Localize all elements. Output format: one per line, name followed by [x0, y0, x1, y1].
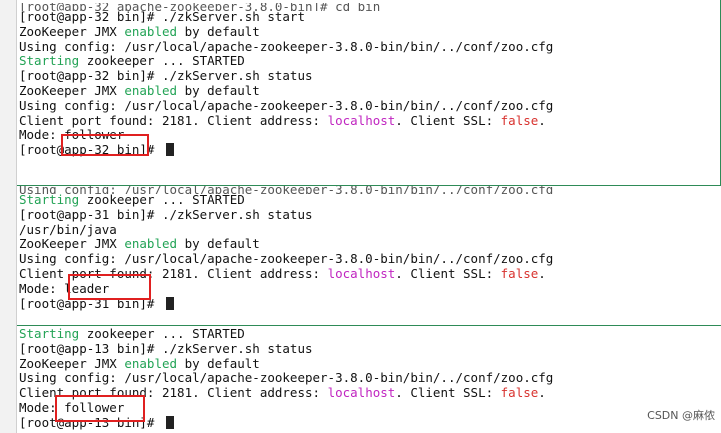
terminal-line: ZooKeeper JMX enabled by default [19, 83, 260, 98]
line-text: [root@app-13 bin]# ./zkServer.sh status [19, 340, 313, 356]
starting-keyword: Starting [19, 53, 80, 69]
terminal-line: /usr/bin/java [19, 222, 117, 237]
line-text: Using config: /usr/local/apache-zookeepe… [19, 370, 554, 386]
terminal-line: Using config: /usr/local/apache-zookeepe… [19, 370, 553, 385]
cursor-block [166, 143, 174, 157]
line-text: /usr/bin/java [19, 221, 117, 237]
client-port-text: Client port found: 2181. Client address: [19, 266, 328, 281]
line-text: zookeeper ... STARTED [79, 192, 245, 207]
line-text: ZooKeeper JMX [19, 236, 125, 252]
line-rest: by default [177, 23, 260, 39]
cursor-block [166, 296, 174, 310]
enabled-keyword: enabled [124, 83, 178, 98]
client-ssl-value: false [500, 266, 539, 281]
terminal-line: Client port found: 2181. Client address:… [19, 113, 546, 128]
terminal-line: Starting zookeeper ... STARTED [19, 192, 245, 207]
line-rest: by default [177, 236, 260, 252]
client-address-value: localhost [327, 266, 396, 281]
terminal-line: ZooKeeper JMX enabled by default [19, 236, 260, 251]
terminal-line: [root@app-31 bin]# ./zkServer.sh status [19, 207, 313, 222]
terminal-line: ZooKeeper JMX enabled by default [19, 356, 260, 371]
terminal-line: ZooKeeper JMX enabled by default [19, 24, 260, 39]
line-text: Using config: /usr/local/apache-zookeepe… [19, 38, 554, 54]
line-text: [root@app-32 bin]# ./zkServer.sh start [19, 9, 305, 24]
client-ssl-text: . Client SSL: [395, 112, 501, 128]
terminal-pane-app-32[interactable]: [root@app-32 apache-zookeeper-3.8.0-bin]… [17, 0, 721, 186]
window-edge-strip [0, 0, 17, 433]
mode-highlight-box-app-31 [68, 274, 151, 300]
terminal-line: Using config: /usr/local/apache-zookeepe… [19, 98, 553, 113]
line-rest: by default [177, 355, 260, 371]
mode-highlight-box-app-13 [55, 395, 145, 422]
watermark: CSDN @麻侬 [647, 409, 715, 422]
starting-keyword: Starting [19, 326, 80, 341]
terminal-line: [root@app-32 bin]# ./zkServer.sh start [19, 9, 305, 24]
client-ssl-text: . Client SSL: [395, 385, 501, 401]
client-port-text: Client port found: 2181. Client address: [19, 112, 328, 128]
client-address-value: localhost [327, 385, 396, 401]
enabled-keyword: enabled [124, 236, 178, 252]
line-text: zookeeper ... STARTED [79, 326, 245, 341]
client-ssl-text: . Client SSL: [395, 266, 501, 281]
terminal-line: Starting zookeeper ... STARTED [19, 53, 245, 68]
enabled-keyword: enabled [124, 23, 178, 39]
terminal-line: Using config: /usr/local/apache-zookeepe… [19, 39, 553, 54]
line-text: Using config: /usr/local/apache-zookeepe… [19, 97, 554, 113]
enabled-keyword: enabled [124, 355, 178, 371]
client-ssl-value: false [500, 112, 539, 128]
line-end: . [538, 112, 546, 128]
client-ssl-value: false [500, 385, 539, 401]
line-text: ZooKeeper JMX [19, 23, 125, 39]
line-rest: by default [177, 83, 260, 98]
terminal-line: Starting zookeeper ... STARTED [19, 326, 245, 341]
line-end: . [538, 266, 546, 281]
line-text: ZooKeeper JMX [19, 83, 125, 98]
terminal-pane-app-31[interactable]: Using config: /usr/local/apache-zookeepe… [17, 186, 721, 326]
mode-highlight-box-app-32 [61, 134, 149, 156]
terminal-line: [root@app-13 bin]# ./zkServer.sh status [19, 341, 313, 356]
starting-keyword: Starting [19, 192, 80, 207]
terminal-line: [root@app-32 bin]# ./zkServer.sh status [19, 68, 313, 83]
line-text: zookeeper ... STARTED [79, 53, 245, 69]
line-text: [root@app-32 bin]# ./zkServer.sh status [19, 68, 313, 84]
cursor-block [166, 415, 174, 429]
client-address-value: localhost [327, 112, 396, 128]
line-text: [root@app-31 bin]# ./zkServer.sh status [19, 206, 313, 222]
line-text: Using config: /usr/local/apache-zookeepe… [19, 251, 554, 267]
line-end: . [538, 385, 546, 401]
terminal-line: Using config: /usr/local/apache-zookeepe… [19, 251, 553, 266]
line-text: ZooKeeper JMX [19, 355, 125, 371]
